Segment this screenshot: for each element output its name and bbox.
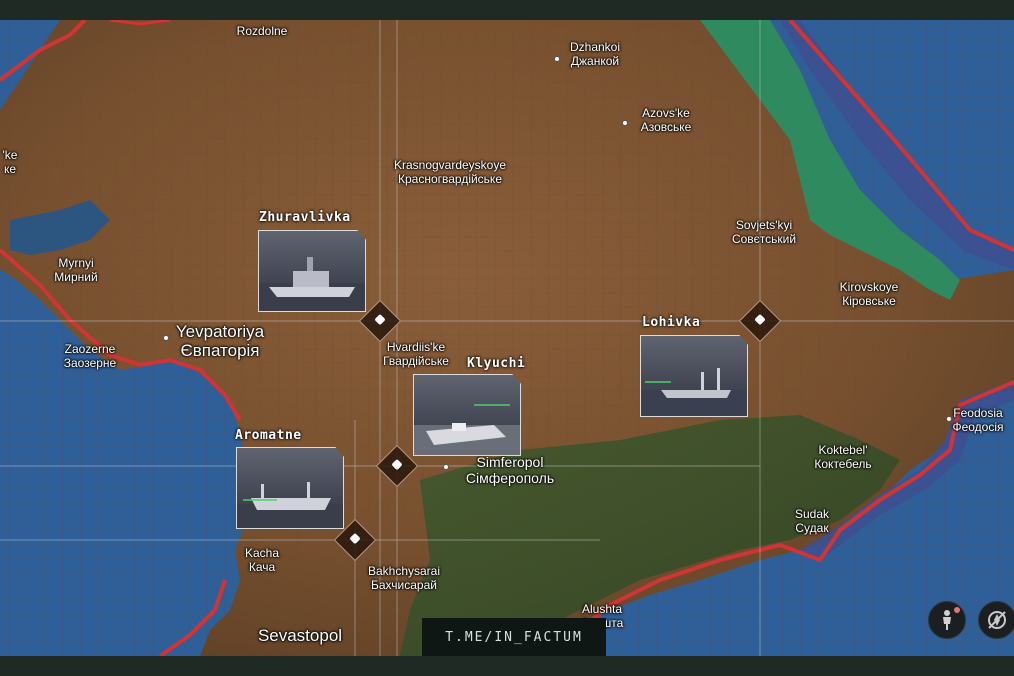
place-kacha: Kacha Кача	[244, 546, 280, 574]
place-sevastopol: Sevastopol	[257, 626, 343, 645]
target-title-zhuravlivka: Zhuravlivka	[259, 210, 351, 225]
place-myrnyi: Myrnyi Мирний	[54, 256, 98, 284]
pegman-button[interactable]	[928, 601, 966, 639]
city-dot	[622, 120, 628, 126]
site-image	[414, 404, 520, 455]
place-partial-west: 'ke ке	[2, 148, 18, 176]
place-simferopol: Simferopol Сімферополь	[465, 454, 555, 486]
pegman-notification-dot	[954, 607, 960, 613]
city-dot	[554, 56, 560, 62]
ship-image	[237, 482, 343, 528]
compass-reset-icon	[988, 611, 1006, 629]
map-view[interactable]: Rozdolne Dzhankoi Джанкой Azovs'ke Азовськ…	[0, 20, 1014, 656]
target-thumbnail-zhuravlivka[interactable]	[258, 230, 366, 312]
frame-top-bar	[0, 0, 1014, 20]
target-title-aromatne: Aromatne	[235, 428, 302, 443]
place-kirovskoye: Kirovskoye Кіровське	[839, 280, 899, 308]
place-rozdolne: Rozdolne	[236, 24, 288, 38]
satellite-map[interactable]	[0, 20, 1014, 656]
city-dot	[946, 416, 952, 422]
pegman-icon	[943, 610, 951, 630]
city-dot	[443, 464, 449, 470]
target-thumbnail-klyuchi[interactable]	[413, 374, 521, 456]
target-thumbnail-aromatne[interactable]	[236, 447, 344, 529]
place-bakhchysarai: Bakhchysarai Бахчисарай	[367, 564, 441, 592]
target-title-klyuchi: Klyuchi	[467, 356, 526, 371]
place-zaozerne: Zaozerne Заозерне	[63, 342, 117, 370]
place-azovske: Azovs'ke Азовське	[640, 106, 692, 134]
place-feodosia: Feodosia Феодосія	[952, 406, 1004, 434]
place-yevpatoriya: Yevpatoriya Євпаторія	[175, 322, 265, 360]
place-sovjetskyi: Sovjets'kyi Совєтський	[731, 218, 797, 246]
city-dot	[163, 335, 169, 341]
watermark-channel: T.ME/IN_FACTUM	[422, 618, 606, 656]
ship-image	[259, 257, 365, 311]
target-title-lohivka: Lohivka	[642, 315, 701, 330]
compass-reset-button[interactable]	[978, 601, 1014, 639]
target-thumbnail-lohivka[interactable]	[640, 335, 748, 417]
place-koktebel: Koktebel' Коктебель	[814, 443, 872, 471]
place-sudak: Sudak Судак	[794, 507, 830, 535]
place-hvardiiske: Hvardiis'ke Гвардійське	[383, 340, 449, 368]
place-dzhankoi: Dzhankoi Джанкой	[569, 40, 621, 68]
place-krasnogvardeyskoye: Krasnogvardeyskoye Красногвардійське	[393, 158, 507, 186]
frame-bottom-bar	[0, 656, 1014, 676]
ship-image	[641, 368, 747, 416]
